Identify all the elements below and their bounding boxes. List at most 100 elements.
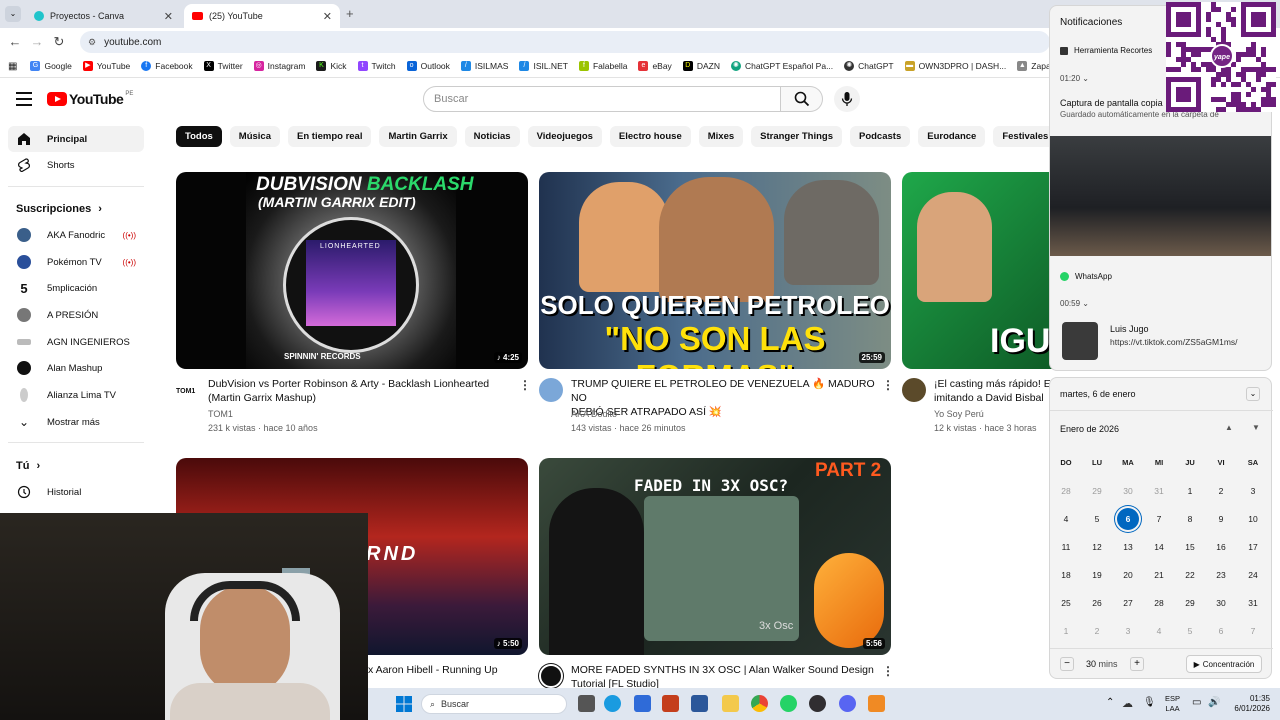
subscriptions-title[interactable]: Suscripciones ›: [16, 203, 102, 215]
focus-decrease-button[interactable]: −: [1060, 657, 1074, 671]
focus-session-button[interactable]: ▶ Concentración: [1186, 655, 1262, 673]
calendar-day[interactable]: 28: [1148, 592, 1170, 614]
file-explorer-tile-icon[interactable]: [578, 695, 595, 712]
sidebar-item-subscription[interactable]: AGN INGENIEROS: [8, 329, 144, 355]
calendar-day[interactable]: 29: [1179, 592, 1201, 614]
show-more-button[interactable]: ⌄ Mostrar más: [8, 409, 144, 435]
message-text[interactable]: https://vt.tiktok.com/ZS5aGM1ms/: [1110, 337, 1238, 347]
new-tab-button[interactable]: +: [346, 6, 354, 21]
notification-screenshot-preview[interactable]: [1050, 136, 1271, 256]
bookmark-own3dpro[interactable]: ▬ OWN3DPRO | DASH...: [904, 61, 1006, 71]
search-input[interactable]: Buscar: [423, 86, 781, 112]
calendar-day[interactable]: 2: [1086, 620, 1108, 642]
video-thumbnail[interactable]: SOLO QUIEREN PETROLEO "NO SON LAS FORMAS…: [539, 172, 891, 369]
video-thumbnail[interactable]: DUBVISION BACKLASH (MARTIN GARRIX EDIT) …: [176, 172, 528, 369]
calendar-day[interactable]: 28: [1055, 480, 1077, 502]
chip[interactable]: Noticias: [464, 126, 520, 147]
whatsapp-icon[interactable]: [780, 695, 797, 712]
calendar-day[interactable]: 25: [1055, 592, 1077, 614]
powerpoint-icon[interactable]: [662, 695, 679, 712]
bookmark-dazn[interactable]: D DAZN: [682, 61, 720, 71]
channel-avatar[interactable]: TOM1: [176, 380, 200, 404]
sidebar-item-principal[interactable]: Principal: [8, 126, 144, 152]
bookmark-chatgpt-es[interactable]: ✺ ChatGPT Español Pa...: [730, 61, 833, 71]
calendar-month[interactable]: Enero de 2026: [1060, 424, 1119, 434]
bookmark-google[interactable]: G Google: [30, 61, 72, 71]
prev-month-icon[interactable]: ▲: [1225, 423, 1233, 432]
notification-app-snipping[interactable]: Herramienta Recortes: [1060, 46, 1152, 55]
tab-list-button[interactable]: ⌄: [5, 6, 21, 22]
chevron-down-icon[interactable]: ⌄: [1082, 299, 1089, 308]
more-options-icon[interactable]: ⋮: [519, 378, 531, 392]
youtube-logo[interactable]: YouTube PE: [47, 91, 133, 107]
calendar-day[interactable]: 3: [1242, 480, 1264, 502]
calendar-day[interactable]: 16: [1210, 536, 1232, 558]
bookmark-youtube[interactable]: ▶ YouTube: [82, 61, 130, 71]
calendar-day[interactable]: 7: [1242, 620, 1264, 642]
address-field[interactable]: ⚙ youtube.com: [80, 31, 1050, 53]
sidebar-item-shorts[interactable]: Shorts: [8, 152, 144, 178]
tab-canva[interactable]: Proyectos - Canva ✕: [26, 4, 181, 28]
sidebar-item-subscription[interactable]: Alan Mashup: [8, 355, 144, 381]
video-channel[interactable]: TOM1: [208, 407, 233, 421]
chip-todos[interactable]: Todos: [176, 126, 222, 147]
fl-studio-icon[interactable]: [868, 695, 885, 712]
menu-icon[interactable]: [16, 92, 32, 106]
calendar-day[interactable]: 6: [1210, 620, 1232, 642]
calendar-day[interactable]: 22: [1179, 564, 1201, 586]
calendar-day[interactable]: 7: [1148, 508, 1170, 530]
calendar-day[interactable]: 15: [1179, 536, 1201, 558]
calendar-day[interactable]: 12: [1086, 536, 1108, 558]
chip[interactable]: Música: [229, 126, 281, 147]
sidebar-item-history[interactable]: Historial: [8, 479, 144, 505]
chevron-down-icon[interactable]: ⌄: [1082, 74, 1089, 83]
word-icon[interactable]: [691, 695, 708, 712]
sidebar-item-subscription[interactable]: A PRESIÓN: [8, 302, 144, 328]
bookmark-twitter[interactable]: X Twitter: [203, 61, 243, 71]
more-options-icon[interactable]: ⋮: [882, 378, 894, 392]
bookmark-facebook[interactable]: f Facebook: [141, 61, 193, 71]
calendar-day[interactable]: 8: [1179, 508, 1201, 530]
taskbar-search[interactable]: ⌕ Buscar: [421, 694, 567, 714]
calendar-day[interactable]: 19: [1086, 564, 1108, 586]
folder-icon[interactable]: [722, 695, 739, 712]
chip[interactable]: Stranger Things: [751, 126, 842, 147]
tab-youtube[interactable]: (25) YouTube ✕: [184, 4, 340, 28]
calendar-day[interactable]: 18: [1055, 564, 1077, 586]
bookmark-isilmas[interactable]: / ISILMAS: [460, 61, 508, 71]
video-title[interactable]: x Aaron Hibell - Running Up: [368, 663, 518, 677]
calendar-day[interactable]: 30: [1210, 592, 1232, 614]
calendar-day[interactable]: 31: [1242, 592, 1264, 614]
voice-search-button[interactable]: [834, 86, 860, 112]
volume-icon[interactable]: 🔊: [1208, 697, 1220, 708]
bookmark-kick[interactable]: K Kick: [316, 61, 347, 71]
calendar-day[interactable]: 29: [1086, 480, 1108, 502]
back-icon[interactable]: ←: [4, 34, 26, 49]
collapse-calendar-button[interactable]: ⌄: [1246, 387, 1260, 401]
calendar-day[interactable]: 9: [1210, 508, 1232, 530]
channel-avatar[interactable]: [902, 378, 926, 402]
cloud-icon[interactable]: ☁: [1122, 697, 1133, 710]
calendar-day[interactable]: 30: [1117, 480, 1139, 502]
apps-icon[interactable]: ▦: [8, 61, 17, 72]
calendar-day[interactable]: 14: [1148, 536, 1170, 558]
video-title[interactable]: ¡El casting más rápido! Eimitando a Davi…: [934, 377, 1050, 405]
video-channel[interactable]: Yo Soy Perú: [934, 407, 984, 421]
notification-capture-title[interactable]: Captura de pantalla copia: [1060, 98, 1163, 108]
site-info-icon[interactable]: ⚙: [88, 37, 96, 48]
reload-icon[interactable]: ↻: [48, 34, 70, 50]
calendar-day[interactable]: 13: [1117, 536, 1139, 558]
channel-avatar[interactable]: [539, 664, 563, 688]
calendar-day-today[interactable]: 6: [1117, 508, 1139, 530]
chip[interactable]: Podcasts: [849, 126, 911, 147]
edge-icon[interactable]: [604, 695, 621, 712]
chevron-up-icon[interactable]: ⌃: [1106, 697, 1114, 708]
forward-icon[interactable]: →: [26, 34, 48, 49]
video-thumbnail[interactable]: FADED IN 3X OSC? PART 2 3x Osc 5:56: [539, 458, 891, 655]
calendar-day[interactable]: 31: [1148, 480, 1170, 502]
calendar-day[interactable]: 24: [1242, 564, 1264, 586]
calendar-day[interactable]: 10: [1242, 508, 1264, 530]
calendar-day[interactable]: 4: [1148, 620, 1170, 642]
video-title[interactable]: DubVision vs Porter Robinson & Arty - Ba…: [208, 377, 508, 405]
chrome-icon[interactable]: [751, 695, 768, 712]
